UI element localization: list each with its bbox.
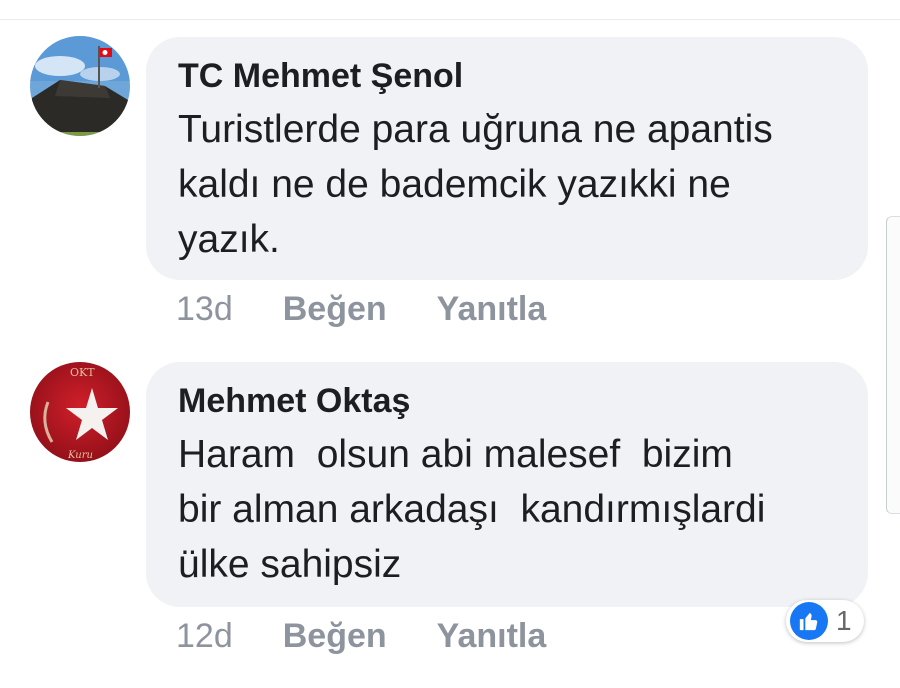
thumbs-up-icon: [799, 612, 818, 631]
comment-text: Turistlerde para uğruna ne apantis kaldı…: [178, 108, 773, 261]
like-icon: [790, 602, 828, 640]
tent-photo-avatar-image: [30, 36, 130, 136]
comment-bubble: Mehmet Oktaş Haram olsun abi malesef biz…: [146, 362, 868, 607]
reply-button[interactable]: Yanıtla: [437, 289, 547, 329]
comment-timestamp[interactable]: 12d: [176, 616, 233, 656]
comment-actions: 12d Beğen Yanıtla: [176, 616, 546, 656]
like-button[interactable]: Beğen: [283, 289, 387, 329]
avatar-text-bottom: Kuru: [67, 450, 93, 461]
avatar-text-top: OKT: [70, 366, 95, 379]
avatar[interactable]: [30, 36, 130, 136]
scrollbar[interactable]: [886, 216, 900, 514]
avatar[interactable]: OKT Kuru: [30, 362, 130, 462]
reaction-summary[interactable]: 1: [786, 600, 864, 642]
comment-timestamp[interactable]: 13d: [176, 289, 233, 329]
comment-author[interactable]: Mehmet Oktaş: [178, 381, 838, 421]
comment-text: Haram olsun abi malesef bizim bir alman …: [178, 433, 766, 586]
top-divider: [0, 19, 900, 20]
reaction-count: 1: [836, 605, 852, 636]
reply-button[interactable]: Yanıtla: [437, 616, 547, 656]
red-star-avatar-image: OKT Kuru: [30, 362, 130, 462]
comment-bubble: TC Mehmet Şenol Turistlerde para uğruna …: [146, 37, 868, 280]
comment-actions: 13d Beğen Yanıtla: [176, 289, 546, 329]
like-button[interactable]: Beğen: [283, 616, 387, 656]
comment-author[interactable]: TC Mehmet Şenol: [178, 56, 838, 96]
